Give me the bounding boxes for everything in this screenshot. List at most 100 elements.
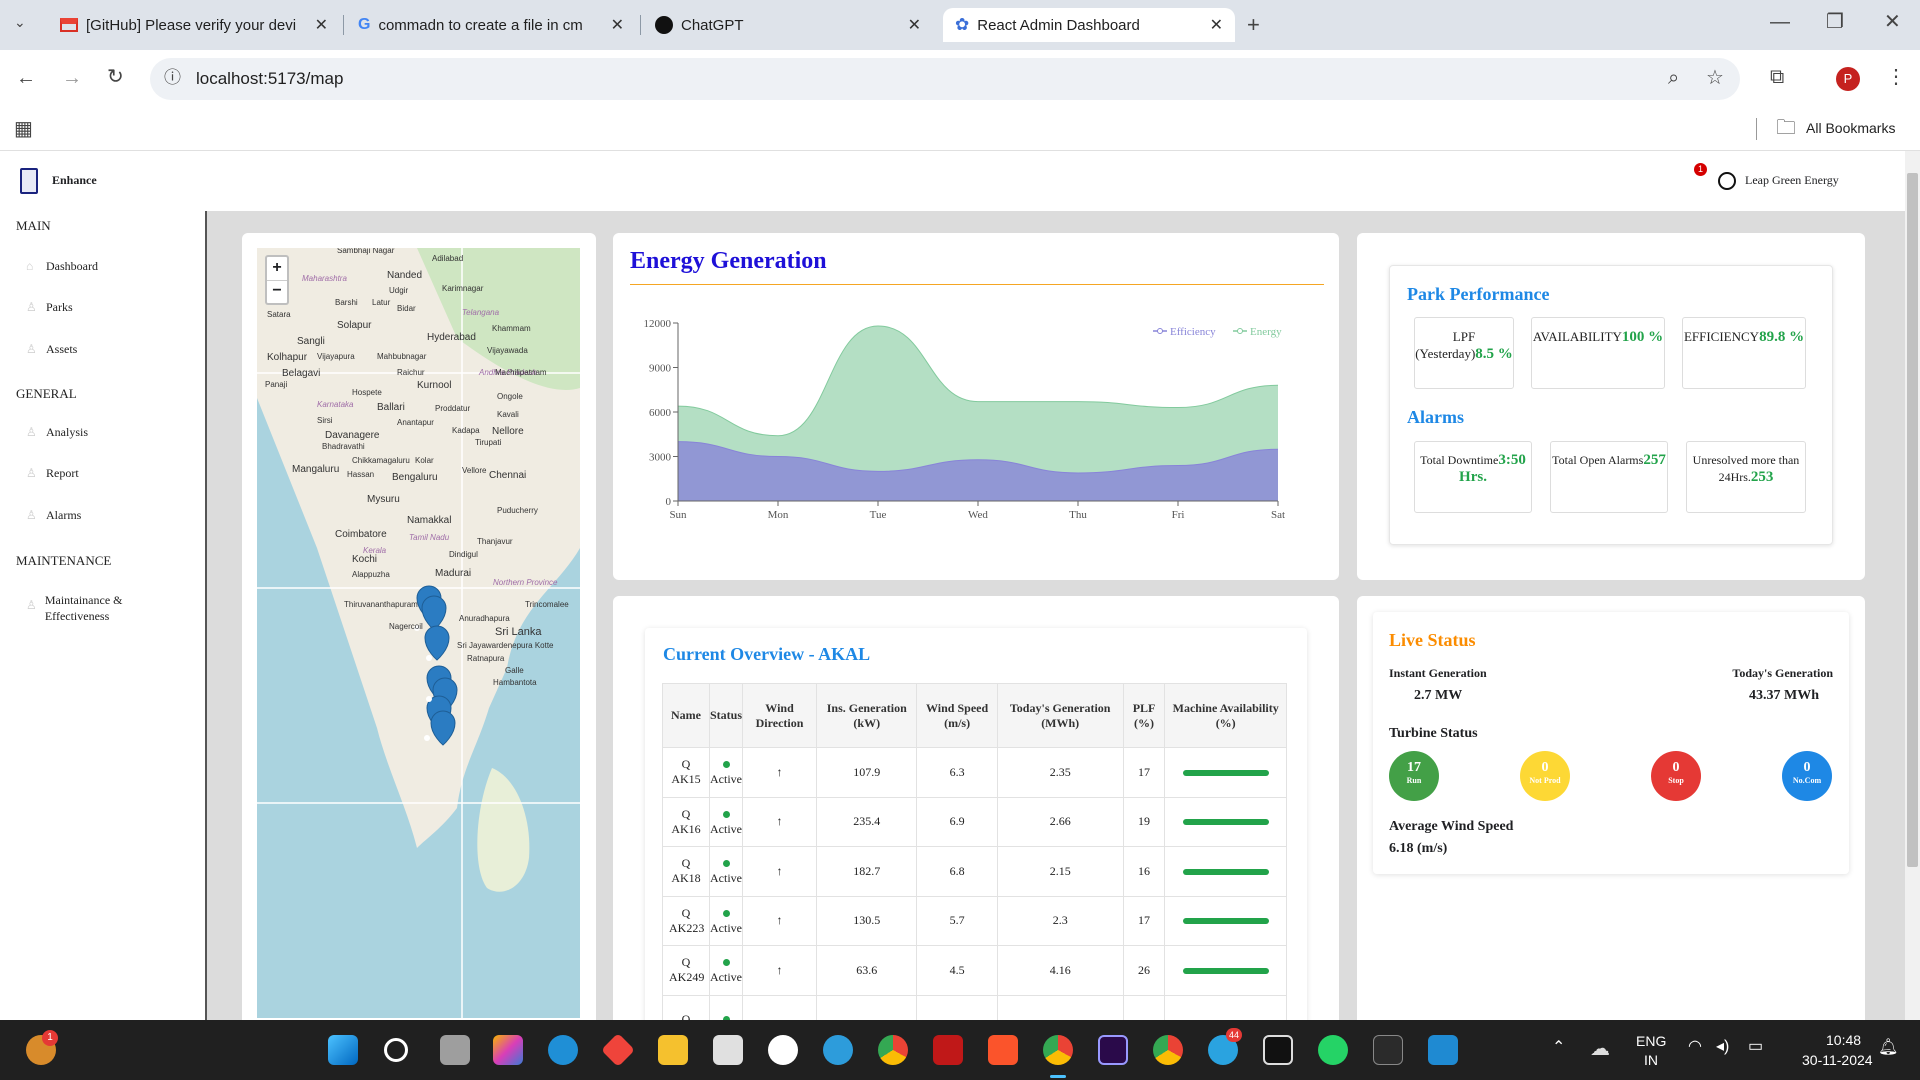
chrome-2-icon[interactable] xyxy=(1153,1035,1183,1065)
section-maintenance: MAINTENANCE xyxy=(16,553,112,568)
forward-icon[interactable]: → xyxy=(62,68,82,88)
clock-time[interactable]: 10:48 xyxy=(1826,1032,1861,1048)
sidebar-item-assets[interactable]: ♙ Assets xyxy=(26,342,77,357)
scrollbar-thumb[interactable] xyxy=(1907,173,1918,867)
omnibox[interactable]: ⓘ localhost:5173/map ⌕ ☆ xyxy=(150,58,1740,100)
tab-gmail[interactable]: [GitHub] Please verify your devi ✕ xyxy=(50,8,340,42)
cell-plf: 26 xyxy=(1122,945,1166,996)
profile-avatar[interactable]: P xyxy=(1836,67,1860,91)
turbine-count: 0 xyxy=(1672,760,1680,775)
zoom-out-button[interactable]: − xyxy=(267,281,287,303)
lang-code[interactable]: ENG xyxy=(1636,1033,1666,1049)
table-row[interactable]: Q AK249 Active ↑ 63.6 4.5 4.16 26 xyxy=(662,945,1287,996)
terminal-icon[interactable] xyxy=(1373,1035,1403,1065)
tab-react-admin[interactable]: ✿ React Admin Dashboard ✕ xyxy=(943,8,1235,42)
sidebar-item-analysis[interactable]: ♙ Analysis xyxy=(26,425,88,440)
clock-date[interactable]: 30-11-2024 xyxy=(1802,1052,1873,1068)
cell-wind-direction-text: ↑ xyxy=(776,962,783,977)
map-label: Hyderabad xyxy=(427,332,476,343)
udemy-icon[interactable] xyxy=(768,1035,798,1065)
copilot-icon[interactable] xyxy=(493,1035,523,1065)
notification-badge[interactable]: 1 xyxy=(1694,163,1707,176)
table-row[interactable]: Q xyxy=(662,994,1287,1020)
url-text[interactable]: localhost:5173/map xyxy=(196,69,343,89)
back-icon[interactable]: ← xyxy=(16,68,36,88)
anydesk-icon[interactable] xyxy=(601,1033,635,1067)
task-view-icon[interactable] xyxy=(440,1035,470,1065)
chrome-profile-icon[interactable] xyxy=(878,1035,908,1065)
kpi-label: LPF (Yesterday) xyxy=(1415,329,1476,361)
legend-label: Energy xyxy=(1250,326,1282,338)
brave-icon[interactable] xyxy=(988,1035,1018,1065)
chrome-active-icon[interactable] xyxy=(1043,1035,1073,1065)
tab-search-icon[interactable]: ⌄ xyxy=(14,15,26,29)
vscode-icon[interactable] xyxy=(1428,1035,1458,1065)
new-tab-icon[interactable]: + xyxy=(1247,14,1260,36)
search-icon[interactable] xyxy=(384,1038,408,1062)
cell-status xyxy=(708,994,744,1020)
alarm-unresolved: Unresolved more than 24Hrs.253 xyxy=(1686,441,1806,513)
premiere-icon[interactable] xyxy=(1098,1035,1128,1065)
extensions-icon[interactable]: ⧉ xyxy=(1770,67,1784,87)
brand-name[interactable]: Enhance xyxy=(52,173,97,188)
close-icon[interactable]: ✕ xyxy=(908,15,921,35)
table-row[interactable]: Q AK15 Active ↑ 107.9 6.3 2.35 17 xyxy=(662,747,1287,798)
tab-chatgpt[interactable]: ChatGPT ✕ xyxy=(643,8,933,42)
turbine-stop[interactable]: 0 Stop xyxy=(1651,751,1701,801)
menu-icon[interactable]: ⋮ xyxy=(1886,67,1906,87)
user-circle-icon[interactable] xyxy=(1718,172,1736,190)
terminal-box-icon[interactable] xyxy=(1263,1035,1293,1065)
tab-label: ChatGPT xyxy=(681,16,744,34)
restore-icon[interactable]: ❐ xyxy=(1826,12,1844,32)
help-icon[interactable] xyxy=(823,1035,853,1065)
battery-icon[interactable]: ▭ xyxy=(1748,1039,1763,1055)
reload-icon[interactable]: ↻ xyxy=(107,67,124,87)
close-icon[interactable]: ✕ xyxy=(1210,15,1223,35)
sidebar-item-report[interactable]: ♙ Report xyxy=(26,466,79,481)
apps-grid-icon[interactable]: ▦ xyxy=(14,119,33,139)
sidebar-item-dashboard[interactable]: ⌂ Dashboard xyxy=(26,259,98,274)
alarms-icon: ♙ xyxy=(26,508,37,522)
window-close-icon[interactable]: ✕ xyxy=(1884,12,1901,32)
table-row[interactable]: Q AK18 Active ↑ 182.7 6.8 2.15 16 xyxy=(662,846,1287,897)
sidebar-item-alarms[interactable]: ♙ Alarms xyxy=(26,508,81,523)
minimize-icon[interactable]: — xyxy=(1770,12,1790,32)
map-label: Namakkal xyxy=(407,515,452,526)
site-info-icon[interactable]: ⓘ xyxy=(164,69,181,86)
tab-google[interactable]: G commadn to create a file in cm ✕ xyxy=(346,8,636,42)
sidebar-item-maintainance[interactable]: ♙ Maintainance & Effectiveness xyxy=(26,592,176,624)
file-explorer-icon[interactable] xyxy=(658,1035,688,1065)
map-card: Sambhaji Nagar Adilabad Nanded Maharashtra U… xyxy=(242,233,596,1020)
app-root: Enhance 1 Leap Green Energy MAIN ⌂ Dashbo… xyxy=(0,151,1920,1020)
volume-icon[interactable]: ◂) xyxy=(1716,1039,1729,1055)
status-dot-icon xyxy=(722,761,730,769)
mcafee-icon[interactable] xyxy=(933,1035,963,1065)
map-label: Vellore xyxy=(462,466,487,475)
zoom-icon[interactable]: ⌕ xyxy=(1668,68,1679,88)
onedrive-icon[interactable]: ☁ xyxy=(1590,1039,1610,1059)
turbine-nocom[interactable]: 0 No.Com xyxy=(1782,751,1832,801)
close-icon[interactable]: ✕ xyxy=(611,15,624,35)
wifi-icon[interactable]: ◠ xyxy=(1688,1039,1702,1055)
map-label: Raichur xyxy=(397,368,425,377)
user-name[interactable]: Leap Green Energy xyxy=(1745,173,1839,188)
all-bookmarks[interactable]: All Bookmarks xyxy=(1806,120,1895,136)
edge-icon[interactable] xyxy=(548,1035,578,1065)
close-icon[interactable]: ✕ xyxy=(315,15,328,35)
map-view[interactable]: Sambhaji Nagar Adilabad Nanded Maharashtra U… xyxy=(257,248,580,1018)
tray-chevron-icon[interactable]: ⌃ xyxy=(1552,1040,1565,1056)
region-code[interactable]: IN xyxy=(1644,1052,1658,1068)
sidebar-item-parks[interactable]: ♙ Parks xyxy=(26,300,73,315)
cell-availability xyxy=(1164,994,1287,1020)
start-icon[interactable] xyxy=(328,1035,358,1065)
turbine-notprod[interactable]: 0 Not Prod xyxy=(1520,751,1570,801)
zoom-in-button[interactable]: + xyxy=(267,257,287,281)
notification-bell-icon[interactable]: 🔔︎ xyxy=(1878,1040,1898,1056)
table-row[interactable]: Q AK223 Active ↑ 130.5 5.7 2.3 17 xyxy=(662,895,1287,946)
whatsapp-icon[interactable] xyxy=(1318,1035,1348,1065)
turbine-state: Not Prod xyxy=(1529,776,1561,785)
store-icon[interactable] xyxy=(713,1035,743,1065)
bookmark-star-icon[interactable]: ☆ xyxy=(1706,68,1724,88)
table-row[interactable]: Q AK16 Active ↑ 235.4 6.9 2.66 19 xyxy=(662,796,1287,847)
turbine-run[interactable]: 17 Run xyxy=(1389,751,1439,801)
